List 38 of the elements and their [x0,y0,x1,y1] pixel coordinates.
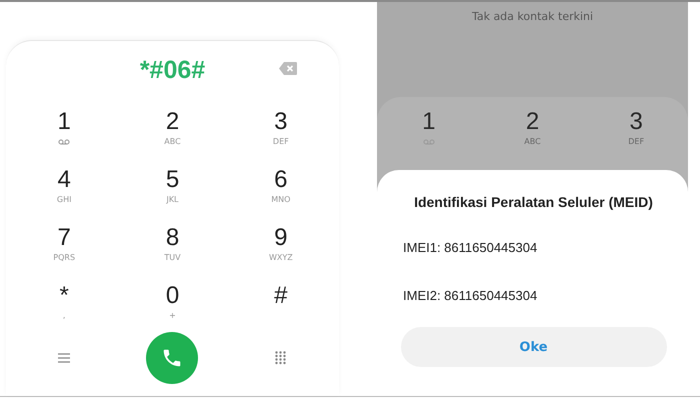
menu-icon[interactable] [58,353,70,363]
imei-text: IMEI2: 8611650445304 [403,288,538,303]
key-digit[interactable]: 4 [57,167,71,193]
key-digit[interactable]: * [59,283,69,309]
key-digit[interactable]: 3 [274,109,288,135]
key-letters: DEF [272,137,289,147]
dialed-number: *#06# [140,56,206,84]
voicemail-icon [58,139,70,145]
dialog-title: Identifikasi Peralatan Seluler (MEID) [413,194,654,210]
key-digit[interactable]: 9 [274,225,288,251]
key-letters: + [169,311,176,321]
key-letters: ABC [164,137,181,147]
key-digit[interactable]: 8 [166,225,180,251]
phone-icon [161,347,184,369]
key-digit[interactable]: 2 [166,109,180,135]
key-letters: JKL [166,195,179,205]
key-letters: ABC [524,137,541,147]
key-digit[interactable]: 5 [166,167,180,193]
key-digit[interactable]: 6 [274,167,288,193]
imei-text: IMEI1: 8611650445304 [403,240,538,255]
key-digit[interactable]: 7 [57,225,71,251]
empty-recents-text: Tak ada kontak terkini [470,10,594,23]
key-letters: DEF [628,137,644,147]
key-digit[interactable]: 3 [629,109,643,135]
key-letters: TUV [164,253,181,263]
key-digit[interactable]: 2 [526,109,540,135]
key-digit[interactable]: # [274,283,288,309]
key-letters: MNO [271,195,290,205]
key-digit[interactable]: 1 [422,109,436,135]
key-digit[interactable]: 0 [166,283,180,309]
key-letters: , [62,311,66,321]
backspace-icon[interactable] [279,62,297,75]
key-letters: WXYZ [268,253,293,263]
key-letters: GHI [56,195,72,205]
key-digit[interactable]: 1 [57,109,71,135]
voicemail-icon [422,139,435,145]
dialpad-icon[interactable] [275,351,286,365]
key-letters: PQRS [53,253,76,263]
